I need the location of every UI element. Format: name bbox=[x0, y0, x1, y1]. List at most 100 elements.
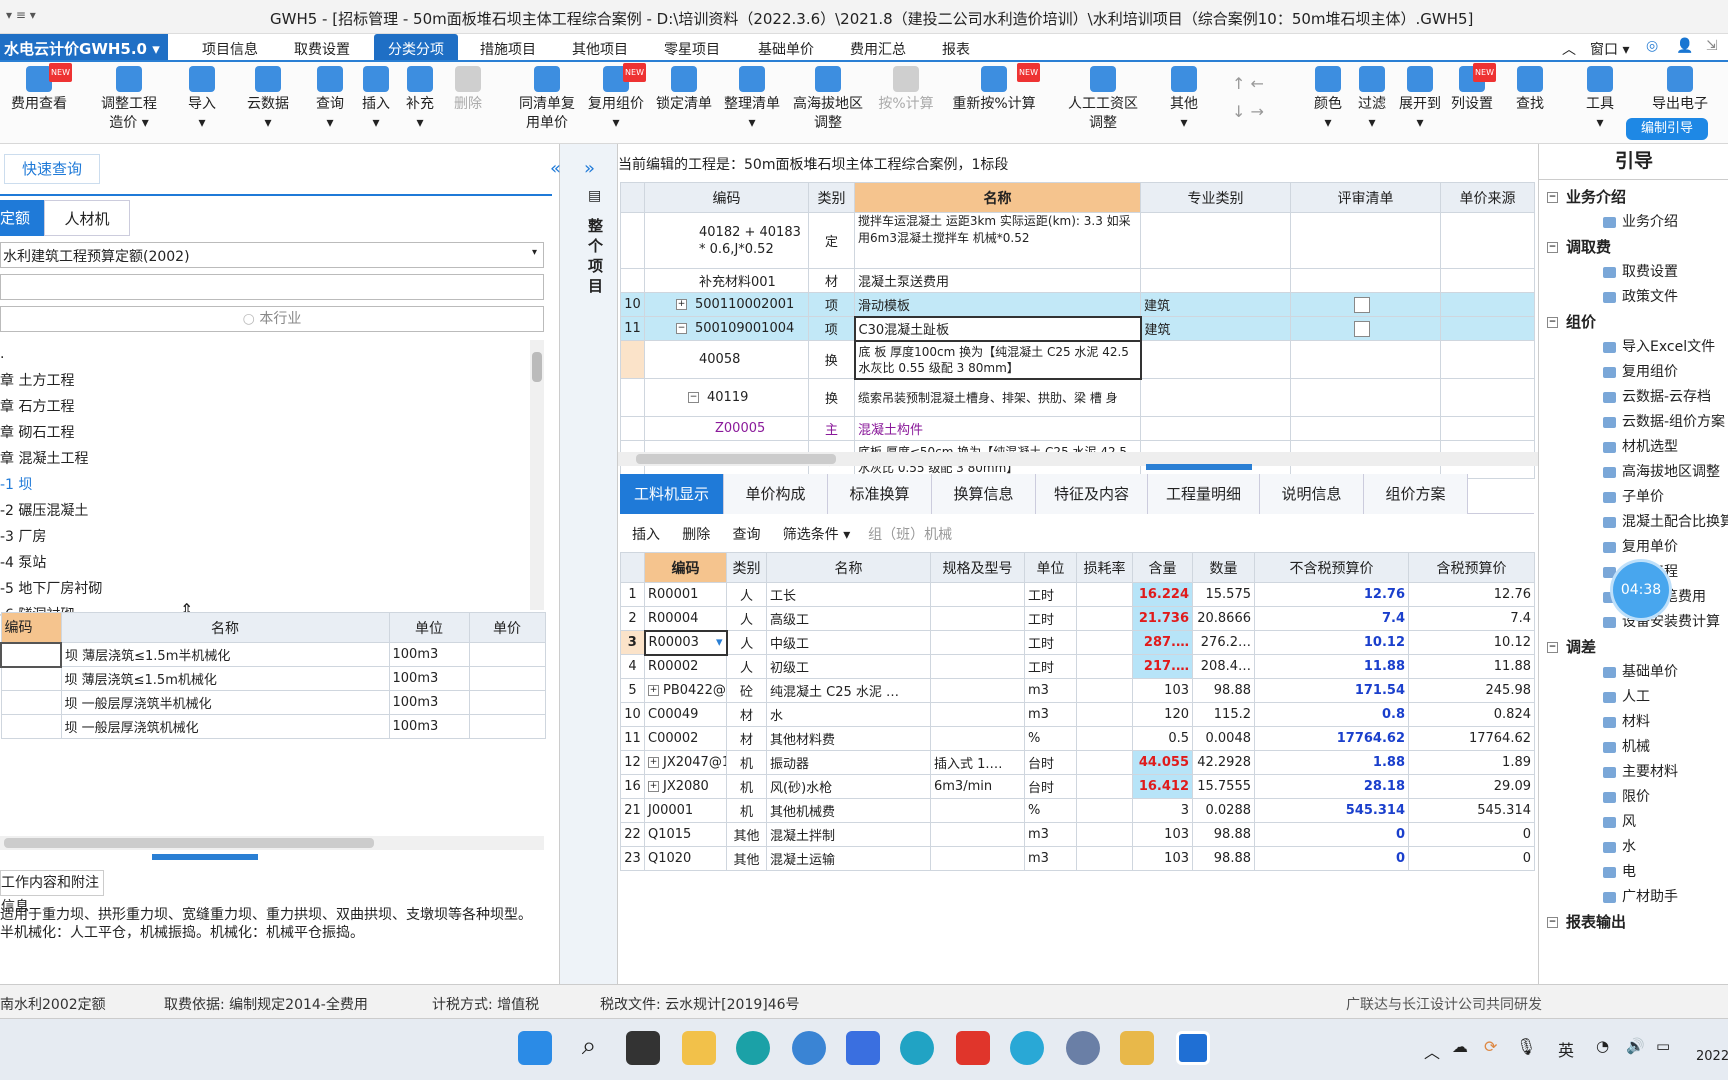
guide-item[interactable]: 复用组价 bbox=[1603, 361, 1678, 381]
tab-description[interactable]: 说明信息 bbox=[1260, 474, 1364, 514]
fee-view-button[interactable]: NEW 费用查看 bbox=[4, 63, 74, 114]
collapse-minus-icon[interactable]: − bbox=[1547, 917, 1558, 928]
guide-item[interactable]: 风 bbox=[1603, 811, 1636, 831]
task-view-icon[interactable] bbox=[626, 1031, 660, 1065]
delete-link[interactable]: 删除 bbox=[682, 527, 710, 543]
move-arrows-icon[interactable]: ↑ ← ↓ → bbox=[1232, 70, 1264, 126]
query-button[interactable]: 查询 ▾ bbox=[310, 66, 350, 133]
res-col-category[interactable]: 类别 bbox=[726, 552, 767, 583]
insert-button[interactable]: 插入 ▾ bbox=[356, 66, 396, 133]
chevron-down-icon[interactable]: ▾ bbox=[716, 635, 723, 650]
table-row[interactable]: 40182 + 40183 * 0.6,J*0.52 定搅拌车运混凝土 运距3km… bbox=[620, 212, 1535, 269]
table-row[interactable]: 10 +500110002001 项滑动模板 建筑 bbox=[620, 292, 1535, 317]
grid-header-name[interactable]: 名称 bbox=[60, 612, 390, 643]
percent-calc-button[interactable]: 按%计算 bbox=[874, 66, 938, 114]
grid-header-price[interactable]: 单价 bbox=[468, 612, 546, 643]
tab-quantity-detail[interactable]: 工程量明细 bbox=[1148, 474, 1260, 514]
table-row[interactable]: 12 + JX2047@1 机振动器 插入式 1.… 台时 44.055 42.2928 1.8… bbox=[620, 750, 1535, 775]
search-input[interactable] bbox=[0, 274, 544, 300]
collapse-minus-icon[interactable]: − bbox=[1547, 242, 1558, 253]
quick-query-tab[interactable]: 快速查询 bbox=[4, 154, 100, 184]
guide-item[interactable]: 业务介绍 bbox=[1603, 211, 1678, 231]
collapse-ribbon-icon[interactable]: ︿ bbox=[1562, 39, 1576, 59]
tab-features[interactable]: 特征及内容 bbox=[1036, 474, 1148, 514]
edge-icon[interactable] bbox=[736, 1031, 770, 1065]
microphone-icon[interactable]: 🎙 bbox=[1516, 1037, 1536, 1056]
tab-pricing-plan[interactable]: 组价方案 bbox=[1364, 474, 1468, 514]
info-tab[interactable]: 工作内容和附注信息 bbox=[0, 870, 104, 915]
subtab-labor-material[interactable]: 人材机 bbox=[44, 200, 130, 236]
tab-price-structure[interactable]: 单价构成 bbox=[724, 474, 828, 514]
tools-button[interactable]: 工具 ▾ bbox=[1580, 66, 1620, 133]
tab-sporadic[interactable]: 零星项目 bbox=[664, 39, 720, 59]
file-explorer-icon[interactable] bbox=[682, 1031, 716, 1065]
table-row[interactable]: 坝 薄层浇筑≤1.5m半机械化 100m3 bbox=[0, 641, 546, 668]
guide-item[interactable]: 电 bbox=[1603, 861, 1636, 881]
table-row[interactable]: Z00005 主混凝土构件 bbox=[620, 416, 1535, 441]
guide-item[interactable]: 取费设置 bbox=[1603, 261, 1678, 281]
color-button[interactable]: 颜色 ▾ bbox=[1308, 66, 1348, 133]
guide-item[interactable]: 限价 bbox=[1603, 786, 1650, 806]
tab-fee-settings[interactable]: 取费设置 bbox=[294, 39, 350, 59]
filter-condition-dropdown[interactable]: 筛选条件 ▾ bbox=[783, 527, 850, 543]
tab-conversion-info[interactable]: 换算信息 bbox=[932, 474, 1036, 514]
user-icon[interactable]: 👤 bbox=[1676, 38, 1693, 54]
tab-base-price[interactable]: 基础单价 bbox=[758, 39, 814, 59]
import-button[interactable]: 导入 ▾ bbox=[180, 66, 224, 133]
table-row[interactable]: 23 Q1020 其他 混凝土运输 m3 103 98.88 0 0 bbox=[620, 846, 1535, 871]
guide-item[interactable]: 基础单价 bbox=[1603, 661, 1678, 681]
timer-badge[interactable]: 04:38 bbox=[1613, 562, 1669, 618]
guide-item[interactable]: 子单价 bbox=[1603, 486, 1664, 506]
guide-item[interactable]: 云数据-云存档 bbox=[1603, 386, 1711, 406]
guide-section[interactable]: − 调差 bbox=[1547, 636, 1596, 657]
table-row[interactable]: 坝 一般层厚浇筑半机械化 100m3 bbox=[0, 690, 546, 715]
table-row[interactable]: 4 R00002 人初级工 工时 217.… 208.4… 11.88 11.88 bbox=[620, 654, 1535, 679]
industry-filter[interactable]: ○ 本行业 bbox=[0, 306, 544, 332]
chat-icon[interactable] bbox=[792, 1031, 826, 1065]
app-icon[interactable] bbox=[846, 1031, 880, 1065]
table-row[interactable]: 11−500109001004 项 C30混凝土趾板 建筑 bbox=[620, 315, 1535, 342]
guide-item[interactable]: 政策文件 bbox=[1603, 286, 1678, 306]
collapse-minus-icon[interactable]: − bbox=[1547, 192, 1558, 203]
col-category[interactable]: 类别 bbox=[808, 182, 855, 213]
app-icon[interactable] bbox=[1010, 1031, 1044, 1065]
review-checkbox[interactable] bbox=[1353, 320, 1370, 337]
tree-item-selected[interactable]: -1 坝 bbox=[0, 474, 32, 494]
expand-plus-icon[interactable]: + bbox=[648, 781, 659, 792]
tree-scrollbar[interactable] bbox=[530, 340, 544, 610]
tab-project-info[interactable]: 项目信息 bbox=[202, 39, 258, 59]
tab-other-items[interactable]: 其他项目 bbox=[572, 39, 628, 59]
tree-root[interactable]: . bbox=[0, 346, 4, 362]
tray-expand-icon[interactable]: ︿ bbox=[1424, 1039, 1440, 1063]
table-row[interactable]: −40119 换缆索吊装预制混凝土槽身、排架、拱肋、梁 槽 身 bbox=[620, 378, 1535, 417]
whole-project-label[interactable]: 整个项目 bbox=[588, 216, 606, 296]
reuse-pricing-button[interactable]: NEW 复用组价 ▾ bbox=[584, 63, 648, 133]
collapse-minus-icon[interactable]: − bbox=[1547, 317, 1558, 328]
col-source[interactable]: 单价来源 bbox=[1440, 182, 1535, 213]
grid-header-unit[interactable]: 单位 bbox=[388, 612, 470, 643]
table-row[interactable]: 22 Q1015 其他 混凝土拌制 m3 103 98.88 0 0 bbox=[620, 822, 1535, 847]
col-specialty[interactable]: 专业类别 bbox=[1140, 182, 1291, 213]
guide-item[interactable]: 材料 bbox=[1603, 711, 1650, 731]
high-altitude-button[interactable]: 高海拔地区 调整 bbox=[788, 66, 868, 133]
cloud-tray-icon[interactable]: ☁ bbox=[1452, 1037, 1468, 1056]
guide-section[interactable]: − 调取费 bbox=[1547, 236, 1611, 257]
tree-item[interactable]: -5 地下厂房衬砌 bbox=[0, 578, 102, 598]
collapse-minus-icon[interactable]: − bbox=[688, 392, 699, 403]
guide-item[interactable]: 设备安装费计算 bbox=[1603, 611, 1720, 631]
export-electronic-button[interactable]: 导出电子 bbox=[1640, 66, 1720, 114]
col-name[interactable]: 名称 bbox=[854, 182, 1141, 213]
start-icon[interactable] bbox=[518, 1031, 552, 1065]
notepad-icon[interactable] bbox=[1120, 1031, 1154, 1065]
res-col-qty[interactable]: 数量 bbox=[1192, 552, 1255, 583]
guide-item[interactable]: 导入Excel文件 bbox=[1603, 336, 1715, 356]
other-button[interactable]: 其他 ▾ bbox=[1164, 66, 1204, 133]
app-icon[interactable] bbox=[1066, 1031, 1100, 1065]
wps-icon[interactable] bbox=[956, 1031, 990, 1065]
tab-labor-machine[interactable]: 工料机显示 bbox=[620, 474, 724, 514]
battery-icon[interactable]: ▭ bbox=[1656, 1037, 1670, 1055]
delete-button[interactable]: 删除 bbox=[448, 66, 488, 114]
tree-item[interactable]: -4 泵站 bbox=[0, 552, 46, 572]
table-row[interactable]: 5+PB0422@1砼纯混凝土 C25 水泥 …m310398.88171.54… bbox=[620, 678, 1535, 703]
guide-item[interactable]: 水 bbox=[1603, 836, 1636, 856]
